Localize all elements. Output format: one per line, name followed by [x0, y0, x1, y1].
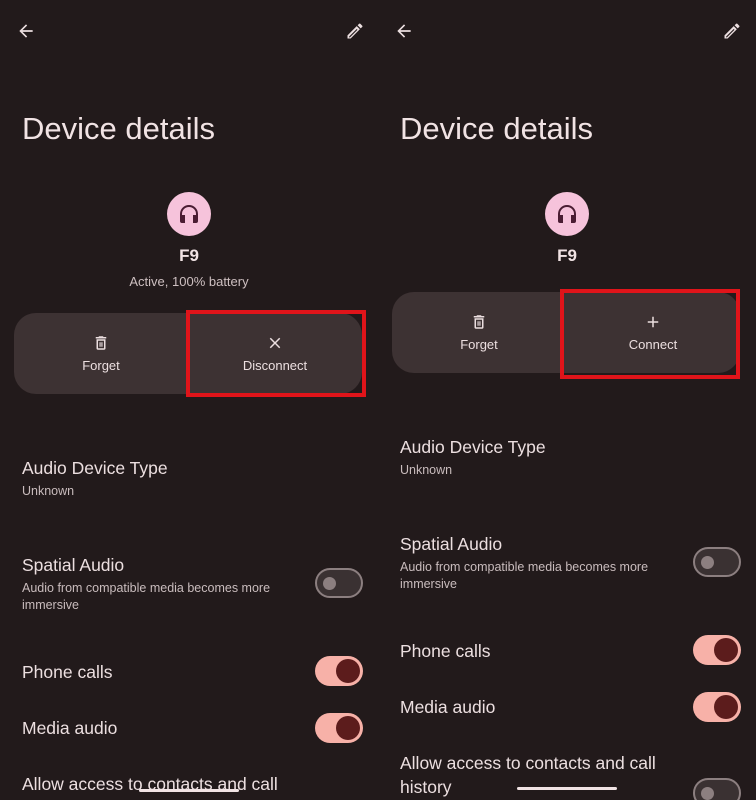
- contacts-access-title-line2: history: [400, 777, 452, 797]
- audio-device-type-title[interactable]: Audio Device Type: [400, 437, 546, 458]
- spatial-audio-title: Spatial Audio: [22, 555, 125, 575]
- media-audio-toggle[interactable]: [693, 692, 741, 722]
- media-audio-title: Media audio: [22, 718, 118, 738]
- media-audio-title: Media audio: [400, 697, 496, 717]
- audio-device-type-value: Unknown: [400, 463, 453, 477]
- forget-label: Forget: [82, 358, 120, 373]
- trash-icon: [95, 336, 107, 350]
- forget-button[interactable]: Forget: [14, 313, 188, 394]
- spatial-audio-title: Spatial Audio: [400, 534, 503, 554]
- contacts-access-title: Allow access to contacts and call: [400, 753, 656, 773]
- arrow-left-icon: [397, 24, 411, 38]
- forget-button[interactable]: Forget: [392, 292, 566, 373]
- screen-connected: Device details F9 Active, 100% battery F…: [0, 0, 378, 800]
- device-name: F9: [557, 246, 577, 265]
- forget-label: Forget: [460, 337, 498, 352]
- spatial-audio-toggle[interactable]: [693, 547, 741, 577]
- back-button[interactable]: [390, 17, 418, 45]
- screen-disconnected: Device details F9 Forget Connect Audio D…: [378, 0, 756, 800]
- home-indicator[interactable]: [139, 789, 239, 792]
- spatial-audio-toggle[interactable]: [315, 568, 363, 598]
- highlight-box: [186, 310, 366, 397]
- page-title: Device details: [400, 111, 593, 146]
- device-avatar: [167, 192, 211, 236]
- media-audio-toggle[interactable]: [315, 713, 363, 743]
- headset-icon: [180, 205, 198, 223]
- device-avatar: [545, 192, 589, 236]
- spatial-audio-desc-2: immersive: [400, 577, 457, 591]
- trash-icon: [473, 315, 485, 329]
- arrow-left-icon: [19, 24, 33, 38]
- phone-calls-toggle[interactable]: [693, 635, 741, 665]
- back-button[interactable]: [12, 17, 40, 45]
- pencil-icon: [724, 23, 740, 39]
- edit-button[interactable]: [718, 17, 746, 45]
- audio-device-type-title[interactable]: Audio Device Type: [22, 458, 168, 479]
- spatial-audio-desc-2: immersive: [22, 598, 79, 612]
- page-title: Device details: [22, 111, 215, 146]
- spatial-audio-desc-1: Audio from compatible media becomes more: [400, 560, 649, 574]
- spatial-audio-desc-1: Audio from compatible media becomes more: [22, 581, 271, 595]
- phone-calls-title: Phone calls: [22, 662, 113, 682]
- edit-button[interactable]: [341, 17, 369, 45]
- phone-calls-title: Phone calls: [400, 641, 491, 661]
- device-status: Active, 100% battery: [129, 274, 249, 289]
- highlight-box: [560, 289, 740, 379]
- audio-device-type-value: Unknown: [22, 484, 75, 498]
- pencil-icon: [347, 23, 363, 39]
- contacts-access-toggle[interactable]: [693, 778, 741, 800]
- device-name: F9: [179, 246, 199, 265]
- phone-calls-toggle[interactable]: [315, 656, 363, 686]
- home-indicator[interactable]: [517, 787, 617, 790]
- headset-icon: [558, 205, 576, 223]
